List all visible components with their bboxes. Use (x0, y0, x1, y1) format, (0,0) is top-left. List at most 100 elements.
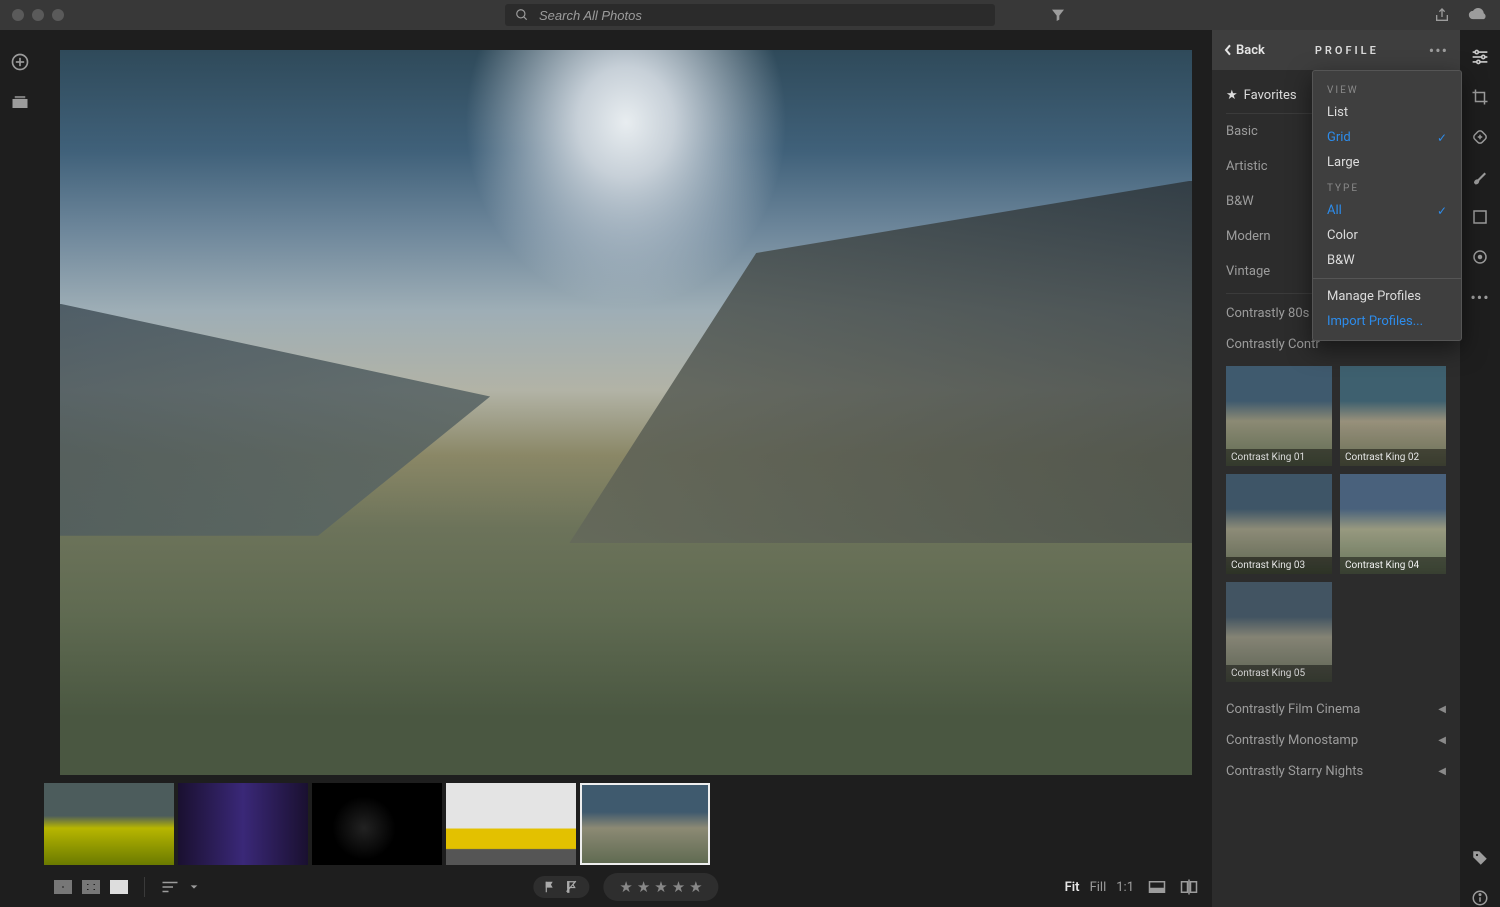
flag-controls (533, 876, 589, 898)
profile-group-label: Contrastly Contr (1226, 337, 1320, 352)
dropdown-item-label: List (1327, 105, 1348, 120)
panel-more-button[interactable]: ••• (1429, 41, 1448, 60)
dropdown-section-header: VIEW (1313, 77, 1461, 100)
dropdown-item[interactable]: List (1313, 100, 1461, 125)
flag-pick-icon[interactable] (543, 880, 557, 894)
dropdown-item[interactable]: All✓ (1313, 198, 1461, 223)
filmstrip-thumb[interactable] (446, 783, 576, 865)
search-icon (515, 8, 529, 22)
search-input[interactable] (537, 7, 985, 24)
favorites-label: Favorites (1244, 88, 1297, 103)
star-rating[interactable]: ★ ★ ★ ★ ★ (603, 873, 718, 901)
dropdown-section-header: TYPE (1313, 175, 1461, 198)
star-icon: ★ (672, 878, 685, 896)
chevron-left-icon (1224, 44, 1232, 56)
preset-thumb[interactable]: Contrast King 04 (1340, 474, 1446, 574)
dropdown-action[interactable]: Manage Profiles (1313, 284, 1461, 309)
filmstrip (40, 781, 1212, 867)
cloud-sync-icon[interactable] (1468, 7, 1488, 23)
dropdown-item[interactable]: B&W (1313, 248, 1461, 273)
preset-thumb[interactable]: Contrast King 03 (1226, 474, 1332, 574)
toolbar-divider (144, 877, 145, 897)
zoom-fit-button[interactable]: Fit (1065, 880, 1080, 895)
filmstrip-thumb[interactable] (178, 783, 308, 865)
dropdown-item-label: B&W (1327, 253, 1355, 268)
library-icon[interactable] (11, 94, 29, 110)
dropdown-item-label: Color (1327, 228, 1358, 243)
star-icon: ★ (1226, 88, 1238, 103)
panel-title: PROFILE (1275, 44, 1419, 57)
bottom-toolbar: ★ ★ ★ ★ ★ Fit Fill 1:1 (40, 867, 1212, 907)
linear-gradient-icon[interactable] (1471, 208, 1489, 226)
filmstrip-thumb-selected[interactable] (580, 783, 710, 865)
profile-panel: Back PROFILE ••• VIEW List Grid ✓ Large TYP… (1212, 30, 1460, 907)
add-photos-icon[interactable] (10, 52, 30, 72)
dropdown-item-label: All (1327, 203, 1342, 218)
preset-label: Contrast King 03 (1226, 557, 1332, 574)
dropdown-item[interactable]: Color (1313, 223, 1461, 248)
compare-icon[interactable] (1180, 879, 1198, 895)
preset-label: Contrast King 02 (1340, 449, 1446, 466)
back-label: Back (1236, 43, 1265, 58)
brush-icon[interactable] (1471, 168, 1489, 186)
profile-group-row[interactable]: Contrastly Monostamp◀ (1226, 725, 1446, 756)
window-minimize-button[interactable] (32, 9, 44, 21)
preset-label: Contrast King 05 (1226, 665, 1332, 682)
zoom-fill-button[interactable]: Fill (1090, 880, 1107, 895)
info-icon[interactable] (1471, 889, 1489, 907)
panel-header: Back PROFILE ••• (1212, 30, 1460, 70)
tag-icon[interactable] (1471, 849, 1489, 867)
canvas-area (40, 30, 1212, 781)
preset-thumb[interactable]: Contrast King 05 (1226, 582, 1332, 682)
star-icon: ★ (619, 878, 632, 896)
dropdown-item-label: Large (1327, 155, 1360, 170)
filmstrip-thumb[interactable] (312, 783, 442, 865)
profile-group-label: Contrastly Film Cinema (1226, 702, 1360, 717)
filmstrip-thumb[interactable] (44, 783, 174, 865)
star-icon: ★ (654, 878, 667, 896)
original-toggle-icon[interactable] (1148, 880, 1166, 894)
window-close-button[interactable] (12, 9, 24, 21)
check-icon: ✓ (1437, 131, 1447, 145)
left-rail (0, 30, 40, 907)
window-zoom-button[interactable] (52, 9, 64, 21)
dropdown-item[interactable]: Large (1313, 150, 1461, 175)
healing-brush-icon[interactable] (1471, 128, 1489, 146)
profile-group-label: Contrastly Starry Nights (1226, 764, 1363, 779)
sort-icon[interactable] (161, 880, 179, 894)
more-tools-icon[interactable]: ••• (1470, 288, 1489, 307)
profile-view-dropdown: VIEW List Grid ✓ Large TYPE All✓ Color B&W Ma… (1312, 70, 1462, 341)
view-detail-button[interactable] (110, 880, 128, 894)
profile-group-row[interactable]: Contrastly Starry Nights ◀ (1226, 756, 1446, 787)
flag-reject-icon[interactable] (565, 880, 579, 894)
view-grid-button[interactable] (54, 880, 72, 894)
profile-group-row[interactable]: Contrastly Film Cinema◀ (1226, 694, 1446, 725)
profile-group-label: Contrastly 80s C (1226, 306, 1321, 321)
sort-direction-icon[interactable] (189, 882, 199, 892)
view-small-grid-button[interactable] (82, 880, 100, 894)
dropdown-action[interactable]: Import Profiles... (1313, 309, 1461, 334)
dropdown-item-label: Grid (1327, 130, 1351, 145)
preset-label: Contrast King 04 (1340, 557, 1446, 574)
preset-label: Contrast King 01 (1226, 449, 1332, 466)
zoom-controls: Fit Fill 1:1 (1065, 880, 1134, 895)
share-icon[interactable] (1434, 7, 1450, 23)
chevron-left-icon: ◀ (1438, 735, 1446, 746)
filter-icon[interactable] (1050, 7, 1066, 23)
window-controls (12, 9, 64, 21)
zoom-1to1-button[interactable]: 1:1 (1116, 880, 1134, 895)
edit-sliders-icon[interactable] (1470, 48, 1490, 66)
dropdown-divider (1313, 278, 1461, 279)
preset-thumb[interactable]: Contrast King 02 (1340, 366, 1446, 466)
back-button[interactable]: Back (1224, 43, 1265, 58)
search-field[interactable] (505, 4, 995, 26)
radial-gradient-icon[interactable] (1471, 248, 1489, 266)
star-icon: ★ (637, 878, 650, 896)
dropdown-item[interactable]: Grid ✓ (1313, 125, 1461, 150)
crop-icon[interactable] (1471, 88, 1489, 106)
chevron-left-icon: ◀ (1438, 766, 1446, 777)
preset-thumb[interactable]: Contrast King 01 (1226, 366, 1332, 466)
preset-grid: Contrast King 01 Contrast King 02 Contrast… (1226, 366, 1446, 682)
star-icon: ★ (689, 878, 702, 896)
photo-canvas[interactable] (60, 50, 1192, 775)
